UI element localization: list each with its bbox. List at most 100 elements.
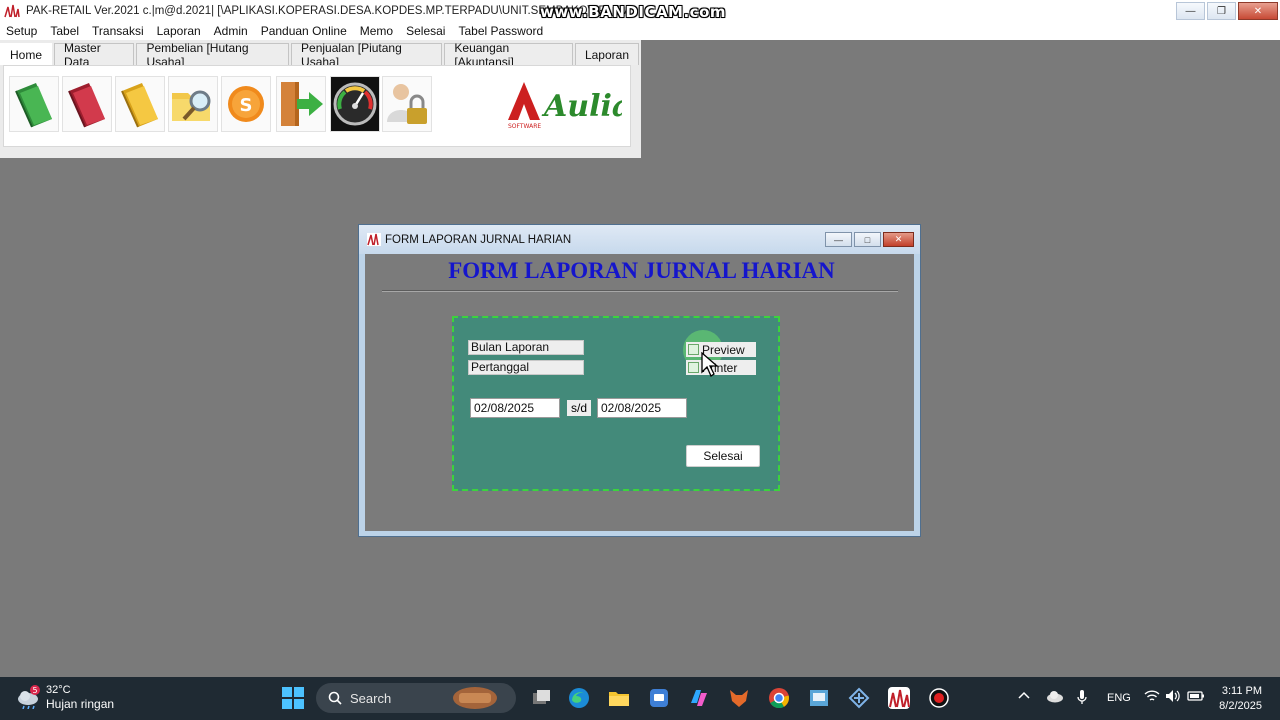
microphone-icon[interactable] bbox=[1076, 689, 1088, 705]
weather-widget[interactable]: 5 32°C Hujan ringan bbox=[16, 683, 114, 711]
file-explorer-button[interactable] bbox=[608, 687, 630, 709]
gauge-button[interactable] bbox=[330, 76, 380, 132]
cloud-sync-icon[interactable] bbox=[1046, 689, 1064, 703]
yellow-folder-button[interactable] bbox=[115, 76, 165, 132]
weather-description: Hujan ringan bbox=[46, 697, 115, 711]
windows-taskbar: 5 32°C Hujan ringan Search ENG 3:11 PM 8… bbox=[0, 677, 1280, 720]
close-icon: ✕ bbox=[894, 234, 903, 244]
start-button[interactable] bbox=[282, 687, 304, 709]
wifi-icon[interactable] bbox=[1144, 689, 1160, 703]
chevron-up-icon[interactable] bbox=[1018, 689, 1030, 703]
folder-search-icon bbox=[172, 90, 211, 121]
dialog-title-bar[interactable]: FORM LAPORAN JURNAL HARIAN — □ ✕ bbox=[359, 225, 920, 254]
printer-checkbox-box bbox=[688, 362, 699, 373]
tab-keuangan[interactable]: Keuangan [Akuntansi] bbox=[444, 41, 573, 69]
network-app-button[interactable] bbox=[848, 687, 870, 709]
tab-penjualan[interactable]: Penjualan [Piutang Usaha] bbox=[291, 41, 443, 69]
report-options-panel: Bulan Laporan Pertanggal Preview Printer… bbox=[452, 316, 780, 491]
bandicam-record-button[interactable] bbox=[928, 687, 950, 709]
taskbar-search-box[interactable]: Search bbox=[316, 683, 516, 713]
pertanggal-option[interactable]: Pertanggal bbox=[468, 360, 584, 375]
dialog-window-controls: — □ ✕ bbox=[823, 232, 914, 247]
mouse-cursor-icon bbox=[701, 352, 719, 377]
svg-text:S: S bbox=[240, 95, 253, 116]
form-heading: FORM LAPORAN JURNAL HARIAN bbox=[448, 258, 835, 283]
menu-bar: Setup Tabel Transaksi Laporan Admin Pand… bbox=[0, 22, 1280, 40]
menu-setup[interactable]: Setup bbox=[6, 24, 37, 38]
dialog-close-button[interactable]: ✕ bbox=[883, 232, 914, 247]
menu-memo[interactable]: Memo bbox=[360, 24, 393, 38]
store-icon bbox=[810, 690, 828, 706]
network-app-icon bbox=[848, 687, 870, 709]
pak-retail-taskbar-button[interactable] bbox=[888, 687, 910, 709]
ribbon: Home Master Data Pembelian [Hutang Usaha… bbox=[0, 40, 641, 158]
app-title-bar: PAK-RETAIL Ver.2021 c.|m@d.2021| [\APLIK… bbox=[0, 0, 1280, 22]
chrome-button[interactable] bbox=[768, 687, 790, 709]
ribbon-panel-home: S SOFTWAREAulia bbox=[3, 65, 631, 147]
chat-icon bbox=[650, 689, 668, 707]
heading-divider bbox=[382, 290, 898, 292]
chrome-icon bbox=[769, 688, 789, 709]
menu-tabel-password[interactable]: Tabel Password bbox=[458, 24, 543, 38]
menu-admin[interactable]: Admin bbox=[214, 24, 248, 38]
dialog-maximize-button[interactable]: □ bbox=[854, 232, 881, 247]
bandicam-watermark: www.BANDICAM.com bbox=[540, 3, 727, 21]
folder-icon bbox=[609, 692, 629, 706]
menu-selesai[interactable]: Selesai bbox=[406, 24, 445, 38]
battery-icon[interactable] bbox=[1187, 689, 1205, 703]
tab-laporan[interactable]: Laporan bbox=[574, 43, 639, 65]
red-folder-button[interactable] bbox=[62, 76, 112, 132]
yellow-folder-icon bbox=[121, 83, 158, 128]
selesai-button[interactable]: Selesai bbox=[686, 445, 760, 467]
fox-icon bbox=[730, 690, 748, 707]
dialog-minimize-button[interactable]: — bbox=[825, 232, 852, 247]
dialog-title: FORM LAPORAN JURNAL HARIAN bbox=[385, 233, 572, 246]
close-button[interactable]: ✕ bbox=[1238, 2, 1278, 20]
tab-home[interactable]: Home bbox=[0, 43, 53, 65]
menu-laporan[interactable]: Laporan bbox=[157, 24, 201, 38]
minimize-button[interactable]: — bbox=[1176, 2, 1205, 20]
task-view-icon bbox=[533, 690, 550, 704]
app-window-controls: — ❐ ✕ bbox=[1176, 0, 1280, 22]
printer-checkbox[interactable]: Printer bbox=[686, 360, 756, 375]
minimize-icon: — bbox=[834, 234, 843, 245]
teams-chat-button[interactable] bbox=[648, 687, 670, 709]
clock-date: 8/2/2025 bbox=[1219, 700, 1262, 712]
user-lock-button[interactable] bbox=[382, 76, 432, 132]
pak-retail-icon bbox=[889, 689, 910, 708]
green-folder-button[interactable] bbox=[9, 76, 59, 132]
folder-search-button[interactable] bbox=[168, 76, 218, 132]
language-indicator[interactable]: ENG bbox=[1107, 692, 1131, 704]
app-title: PAK-RETAIL Ver.2021 c.|m@d.2021| [\APLIK… bbox=[26, 5, 626, 17]
tab-pembelian[interactable]: Pembelian [Hutang Usaha] bbox=[136, 41, 290, 69]
close-icon: ✕ bbox=[1253, 5, 1263, 17]
exit-door-button[interactable] bbox=[276, 76, 326, 132]
dialog-body: FORM LAPORAN JURNAL HARIAN Bulan Laporan… bbox=[365, 254, 914, 531]
logo-software-text: SOFTWARE bbox=[508, 123, 541, 130]
tab-master-data[interactable]: Master Data bbox=[54, 41, 135, 69]
coin-button[interactable]: S bbox=[221, 76, 271, 132]
app-store-button[interactable] bbox=[808, 687, 830, 709]
rain-cloud-icon: 5 bbox=[18, 685, 40, 709]
system-clock[interactable]: 3:11 PM 8/2/2025 bbox=[1219, 684, 1262, 714]
edge-browser-button[interactable] bbox=[568, 687, 590, 709]
fox-app-button[interactable] bbox=[728, 687, 750, 709]
minimize-icon: — bbox=[1185, 5, 1196, 17]
menu-transaksi[interactable]: Transaksi bbox=[92, 24, 144, 38]
menu-tabel[interactable]: Tabel bbox=[50, 24, 79, 38]
copilot-icon bbox=[691, 690, 707, 706]
weather-temperature: 32°C bbox=[46, 684, 71, 696]
preview-checkbox[interactable]: Preview bbox=[686, 342, 756, 357]
sd-label: s/d bbox=[567, 400, 591, 416]
restore-button[interactable]: ❐ bbox=[1207, 2, 1236, 20]
menu-panduan-online[interactable]: Panduan Online bbox=[261, 24, 347, 38]
date-from-input[interactable]: 02/08/2025 bbox=[470, 398, 560, 418]
coin-icon: S bbox=[228, 86, 264, 122]
task-view-button[interactable] bbox=[530, 687, 552, 709]
user-lock-icon bbox=[387, 84, 427, 124]
search-highlight-icon bbox=[453, 687, 498, 709]
date-to-input[interactable]: 02/08/2025 bbox=[597, 398, 687, 418]
copilot-button[interactable] bbox=[688, 687, 710, 709]
volume-icon[interactable] bbox=[1165, 689, 1181, 703]
bulan-laporan-option[interactable]: Bulan Laporan bbox=[468, 340, 584, 355]
